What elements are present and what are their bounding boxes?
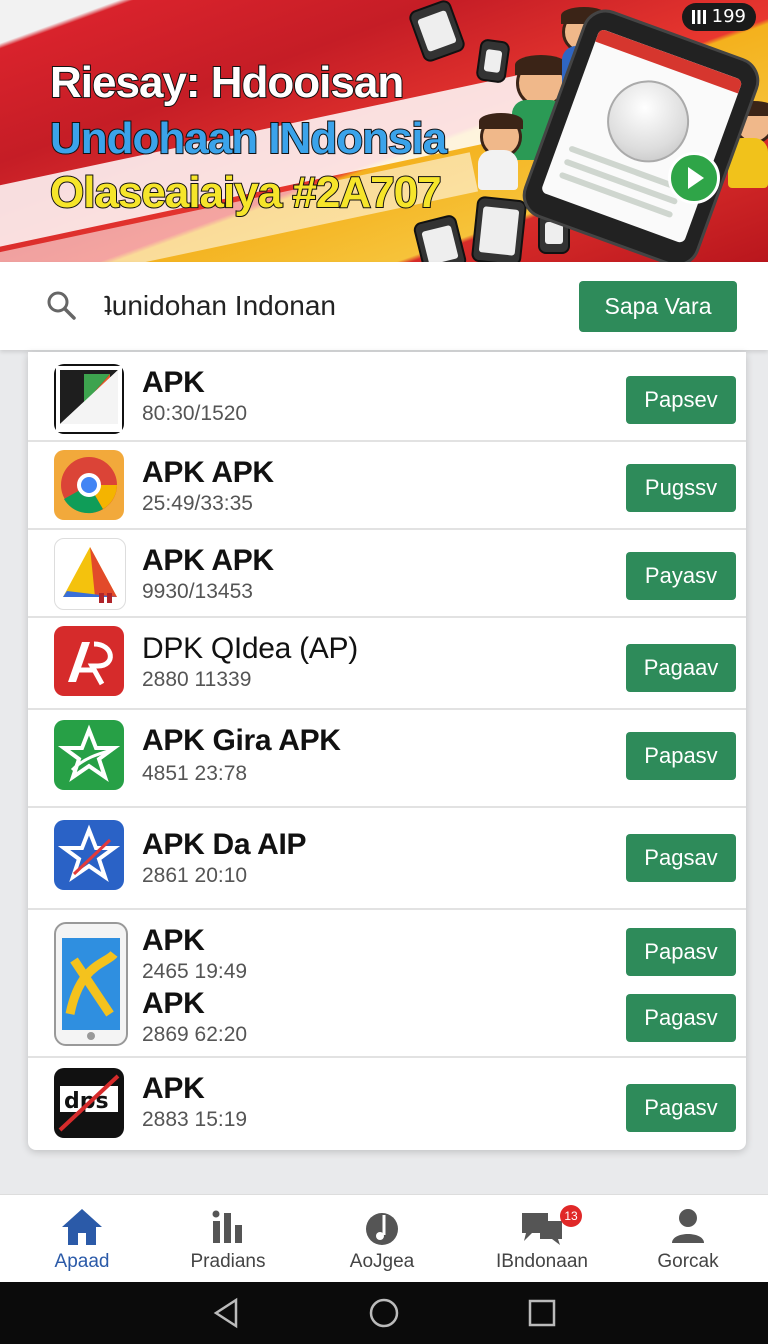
person-icon [672, 1209, 704, 1243]
recents-icon[interactable] [525, 1296, 559, 1330]
banner-subheadline: Undohaan INdonsia [49, 113, 448, 164]
list-item[interactable]: APK Da AIP 2861 20:10 Pagsav [28, 808, 746, 910]
app-meta: 2861 20:10 [142, 864, 248, 887]
green-star-logo-icon [54, 720, 124, 790]
nav-label: IBndonaan [496, 1251, 588, 1272]
list-item[interactable]: APK APK 9930/13453 Payasv [28, 530, 746, 618]
apk-list: APK 80:30/1520 Papsev APK APK 25:49/33:3… [28, 352, 746, 1150]
download-button[interactable]: Papasv [626, 928, 736, 976]
play-icon[interactable] [668, 152, 720, 204]
bar-chart-icon [212, 1210, 242, 1243]
chrome-style-icon [54, 450, 124, 520]
list-item[interactable]: dps APK 2883 15:19 Pagasv [28, 1058, 746, 1150]
chat-bubbles-icon [522, 1213, 562, 1245]
list-item[interactable]: APK 2465 19:49 Papasv APK 2869 62:20 Pag… [28, 910, 746, 1058]
download-button[interactable]: Papasv [626, 732, 736, 780]
app-meta: 9930/13453 [142, 580, 253, 603]
list-item[interactable]: APK Gira APK 4851 23:78 Papasv [28, 710, 746, 808]
banner-phone-illustration [470, 195, 528, 262]
nav-label: Gorcak [657, 1251, 719, 1272]
banner-phone-illustration [475, 38, 511, 84]
download-button[interactable]: Papsev [626, 376, 736, 424]
nav-item-profile[interactable]: Gorcak [628, 1195, 748, 1283]
nav-item-music[interactable]: AoJgea [322, 1195, 442, 1283]
app-name: APK [142, 924, 205, 957]
search-button[interactable]: Sapa Vara [579, 281, 737, 332]
app-name: APK Gira APK [142, 724, 341, 757]
home-icon [62, 1209, 102, 1245]
nav-label: Apaad [54, 1251, 110, 1272]
notification-badge: 13 [560, 1205, 582, 1227]
app-name: APK [142, 987, 205, 1020]
nav-item-chat[interactable]: 13 IBndonaan [476, 1195, 608, 1283]
red-ap-logo-icon [54, 626, 124, 696]
split-triangle-icon [54, 364, 124, 434]
nav-item-stats[interactable]: Pradians [168, 1195, 288, 1283]
list-item[interactable]: DPK QIdea (AP) 2880 11339 Pagaav [28, 618, 746, 710]
banner-headline: Riesay: Hdooisan [49, 57, 405, 108]
tricolor-triangle-icon [54, 538, 126, 610]
back-icon[interactable] [210, 1296, 244, 1330]
banner-phone-illustration [412, 213, 468, 262]
download-button[interactable]: Pagaav [626, 644, 736, 692]
download-button[interactable]: Payasv [626, 552, 736, 600]
banner-phone-illustration [407, 0, 467, 64]
nav-label: AoJgea [349, 1251, 415, 1272]
home-circle-icon[interactable] [367, 1296, 401, 1330]
phone-app-icon [54, 922, 128, 1046]
app-meta: 4851 23:78 [142, 762, 248, 785]
app-meta: 25:49/33:35 [142, 492, 253, 515]
download-button[interactable]: Pugssv [626, 464, 736, 512]
app-name: DPK QIdea (AP) [142, 632, 358, 665]
app-name: APK [142, 366, 205, 399]
dps-logo-icon: dps [54, 1068, 124, 1138]
nav-item-home[interactable]: Apaad [22, 1195, 142, 1283]
search-icon[interactable] [46, 290, 76, 320]
status-indicator: 199 [681, 3, 756, 31]
banner-tagline: Olaseaiaiya #2A707 [49, 167, 443, 218]
nav-label: Pradians [190, 1251, 266, 1272]
music-note-icon [366, 1213, 398, 1245]
search-input[interactable] [104, 284, 544, 328]
search-bar: Sapa Vara [0, 262, 768, 350]
system-navigation-bar [0, 1282, 768, 1344]
download-button[interactable]: Pagsav [626, 834, 736, 882]
app-meta: 2880 11339 [142, 668, 252, 691]
list-item[interactable]: APK 80:30/1520 Papsev [28, 352, 746, 442]
banner-phone-illustration [515, 2, 767, 262]
app-name: APK APK [142, 456, 274, 489]
battery-level: 199 [711, 6, 746, 27]
app-meta: 2465 19:49 [142, 960, 248, 983]
app-meta: 2883 15:19 [142, 1108, 248, 1131]
app-name: APK [142, 1072, 205, 1105]
app-name: APK Da AIP [142, 828, 307, 861]
signal-icon [691, 10, 706, 24]
app-name: APK APK [142, 544, 274, 577]
blue-star-logo-icon [54, 820, 124, 890]
bottom-navigation: Apaad Pradians AoJgea 13 IBndonaan Gorca… [0, 1194, 768, 1283]
list-item[interactable]: APK APK 25:49/33:35 Pugssv [28, 442, 746, 530]
cartoon-child-illustration [478, 150, 518, 190]
download-button[interactable]: Pagasv [626, 1084, 736, 1132]
download-button[interactable]: Pagasv [626, 994, 736, 1042]
app-meta: 80:30/1520 [142, 402, 248, 425]
promo-banner[interactable]: 199 Riesay: Hdooisan Undohaan INdonsia O… [0, 0, 768, 262]
app-meta: 2869 62:20 [142, 1023, 248, 1046]
